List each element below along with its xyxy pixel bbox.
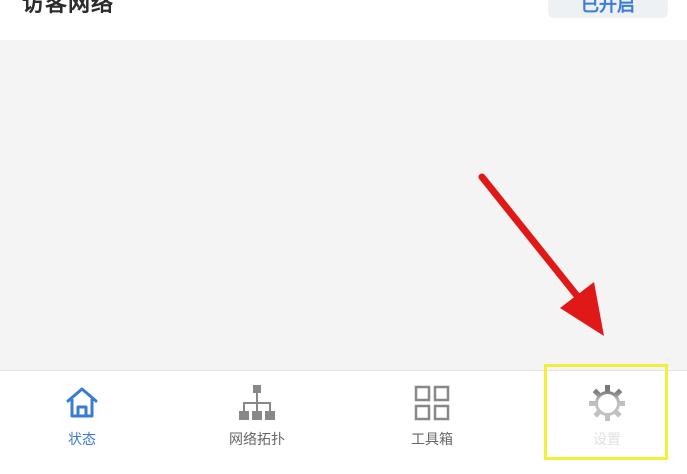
header-action-button[interactable]: 已开启	[548, 0, 668, 18]
tab-network-topology[interactable]: 网络拓扑	[197, 371, 317, 474]
tab-status[interactable]: 状态	[22, 371, 142, 474]
tab-label: 网络拓扑	[229, 432, 285, 448]
tab-label: 状态	[68, 432, 96, 448]
highlight-box	[544, 364, 668, 460]
top-bar: 访客网络 已开启	[0, 0, 687, 40]
toolbox-grid-icon	[414, 385, 450, 421]
tab-label: 工具箱	[411, 432, 453, 448]
network-topology-icon	[239, 385, 275, 420]
tab-toolbox[interactable]: 工具箱	[372, 371, 492, 474]
content-area	[0, 40, 687, 370]
home-icon	[66, 387, 98, 418]
page-title: 访客网络	[22, 0, 115, 17]
